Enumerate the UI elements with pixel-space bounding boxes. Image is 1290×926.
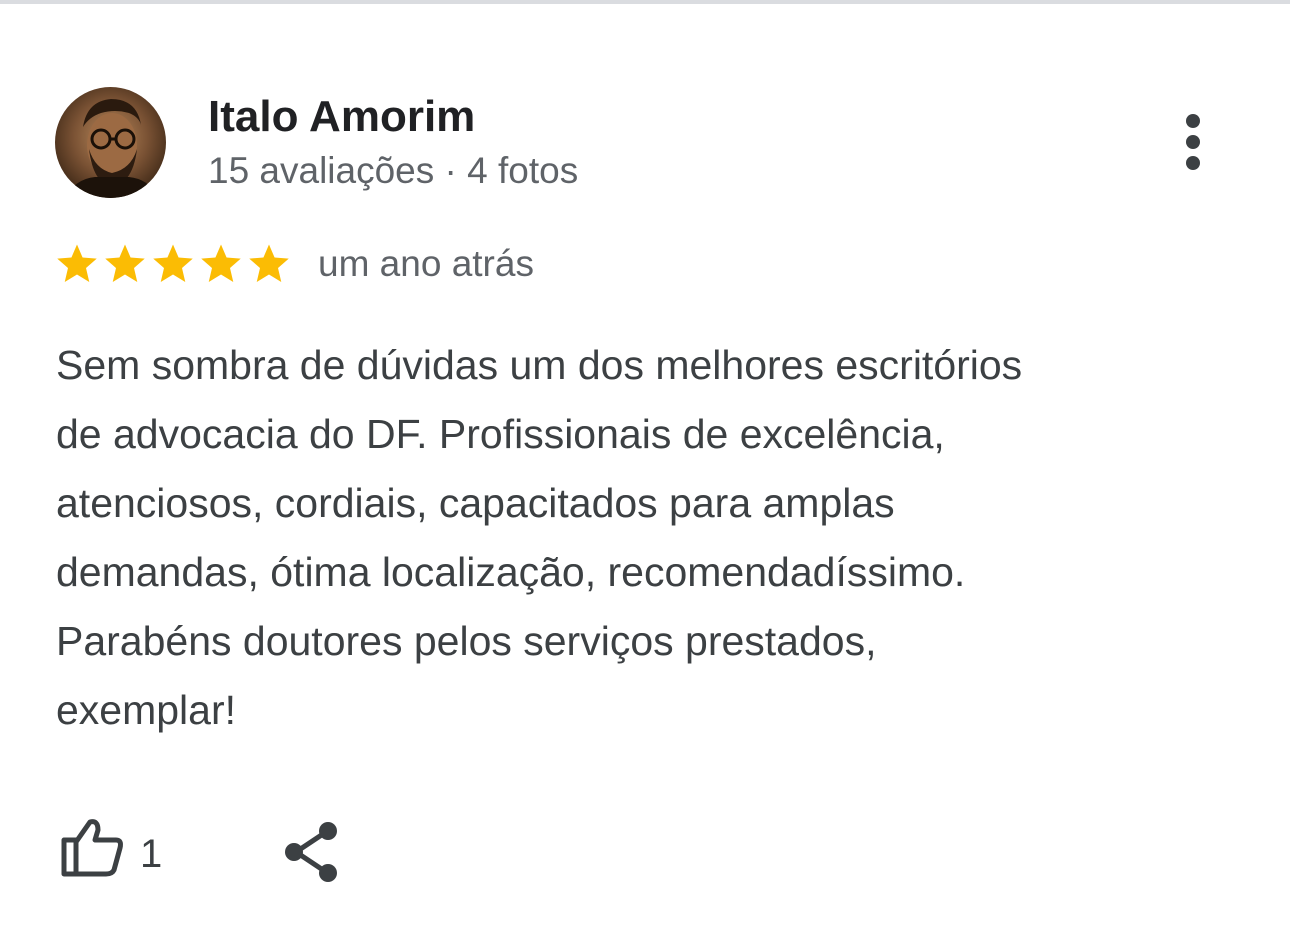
more-vert-icon [1186, 114, 1200, 128]
reviewer-avatar[interactable] [55, 87, 166, 198]
review-text-line: atenciosos, cordiais, capacitados para a… [56, 480, 895, 526]
like-count: 1 [140, 832, 163, 876]
review-text-line: Parabéns doutores pelos serviços prestad… [56, 618, 877, 664]
more-vert-icon-dot [1186, 156, 1200, 170]
avatar-photo [65, 99, 159, 198]
more-vert-icon-dot [1186, 135, 1200, 149]
more-options-button[interactable] [1168, 108, 1218, 176]
review-text-line: de advocacia do DF. Profissionais de exc… [56, 411, 945, 457]
star-rating [54, 241, 294, 287]
reviewer-stats: 15 avaliações · 4 fotos [208, 150, 579, 191]
star-icon [201, 244, 241, 283]
top-divider [0, 0, 1290, 4]
review-text: Sem sombra de dúvidas um dos melhores es… [56, 331, 1246, 745]
like-button[interactable] [58, 816, 126, 880]
star-icon [249, 244, 289, 283]
star-icon [153, 244, 193, 283]
reviewer-name[interactable]: Italo Amorim [208, 92, 475, 142]
thumbs-up-icon [61, 819, 123, 877]
share-icon [285, 822, 337, 882]
star-icon [105, 244, 145, 283]
review-text-line: demandas, ótima localização, recomendadí… [56, 549, 966, 595]
review-text-line: Sem sombra de dúvidas um dos melhores es… [56, 342, 1023, 388]
review-time: um ano atrás [318, 243, 534, 284]
share-button[interactable] [280, 820, 344, 884]
star-icon [57, 244, 97, 283]
review-text-line: exemplar! [56, 687, 237, 733]
